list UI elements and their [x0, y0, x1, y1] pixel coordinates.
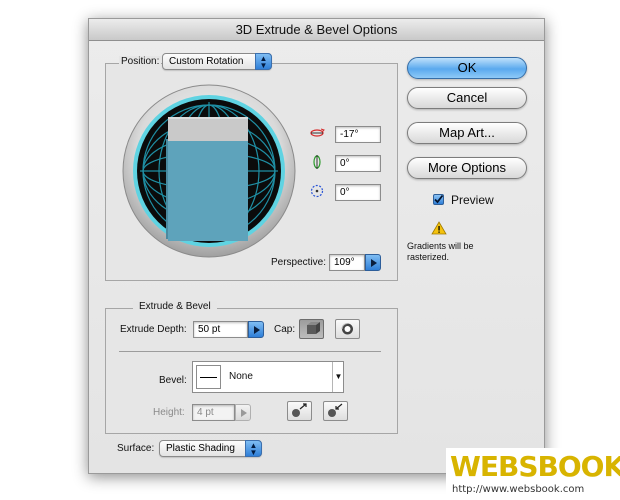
cap-on-icon: [307, 322, 320, 334]
position-select[interactable]: Custom Rotation ▲ ▼: [162, 53, 272, 70]
more-options-button[interactable]: More Options: [407, 157, 527, 179]
bevel-extent-in-button[interactable]: [323, 401, 348, 421]
extrude-depth-label: Extrude Depth:: [120, 324, 187, 335]
cap-off-button[interactable]: [335, 319, 360, 339]
warning-text-line2: rasterized.: [407, 252, 450, 262]
rotate-z-input[interactable]: [335, 184, 381, 201]
bevel-preview-icon: [196, 365, 221, 389]
preview-label: Preview: [451, 193, 494, 207]
preview-checkbox[interactable]: [433, 194, 444, 205]
dialog-title: 3D Extrude & Bevel Options: [89, 19, 544, 41]
height-label: Height:: [153, 407, 185, 418]
rotation-trackball[interactable]: [121, 83, 297, 259]
websbook-watermark: WEBSBOOK http://www.websbook.com: [446, 448, 620, 500]
cap-label: Cap:: [274, 324, 296, 335]
rotate-z-axis-icon: [309, 183, 325, 199]
bevel-select-value: None: [229, 371, 253, 382]
rotate-x-input[interactable]: [335, 126, 381, 143]
position-select-value: Custom Rotation: [169, 56, 244, 67]
cancel-button[interactable]: Cancel: [407, 87, 527, 109]
bevel-select[interactable]: None ▼: [192, 361, 344, 393]
extrude-bevel-section-title: Extrude & Bevel: [133, 301, 217, 312]
extrude-depth-input[interactable]: [193, 321, 248, 338]
extrude-bevel-dialog: 3D Extrude & Bevel Options Position: Cus…: [88, 18, 545, 474]
section-divider: [119, 351, 381, 352]
surface-select-stepper: ▲ ▼: [245, 440, 262, 457]
extrude-depth-slider-button[interactable]: [248, 321, 264, 338]
warning-text-line1: Gradients will be: [407, 241, 474, 251]
surface-select[interactable]: Plastic Shading ▲ ▼: [159, 440, 262, 457]
ok-button[interactable]: OK: [407, 57, 527, 79]
bevel-dropdown-arrow-icon: ▼: [332, 362, 344, 392]
rotate-y-input[interactable]: [335, 155, 381, 172]
height-input[interactable]: [192, 404, 235, 421]
surface-select-value: Plastic Shading: [166, 443, 235, 454]
trackball-graphic: [122, 84, 296, 258]
cap-off-icon: [341, 323, 353, 335]
surface-label: Surface:: [117, 443, 155, 454]
rotate-y-axis-icon: [309, 154, 325, 170]
bevel-label: Bevel:: [159, 375, 187, 386]
cap-on-button[interactable]: [299, 319, 324, 339]
perspective-label: Perspective:: [271, 257, 327, 268]
position-select-stepper: ▲ ▼: [255, 53, 272, 70]
perspective-slider-button[interactable]: [365, 254, 381, 271]
perspective-input[interactable]: [329, 254, 365, 271]
height-slider-button[interactable]: [235, 404, 251, 421]
bevel-extent-out-button[interactable]: [287, 401, 312, 421]
bevel-extent-out-icon: [292, 403, 307, 417]
bevel-extent-in-icon: [328, 403, 343, 417]
warning-icon: [431, 221, 447, 235]
checkmark-icon: [434, 194, 444, 204]
watermark-url: http://www.websbook.com: [452, 484, 585, 495]
watermark-brand: WEBSBOOK: [450, 450, 620, 483]
rotate-x-axis-icon: [309, 125, 325, 141]
position-label: Position:: [119, 56, 162, 67]
map-art-button[interactable]: Map Art...: [407, 122, 527, 144]
